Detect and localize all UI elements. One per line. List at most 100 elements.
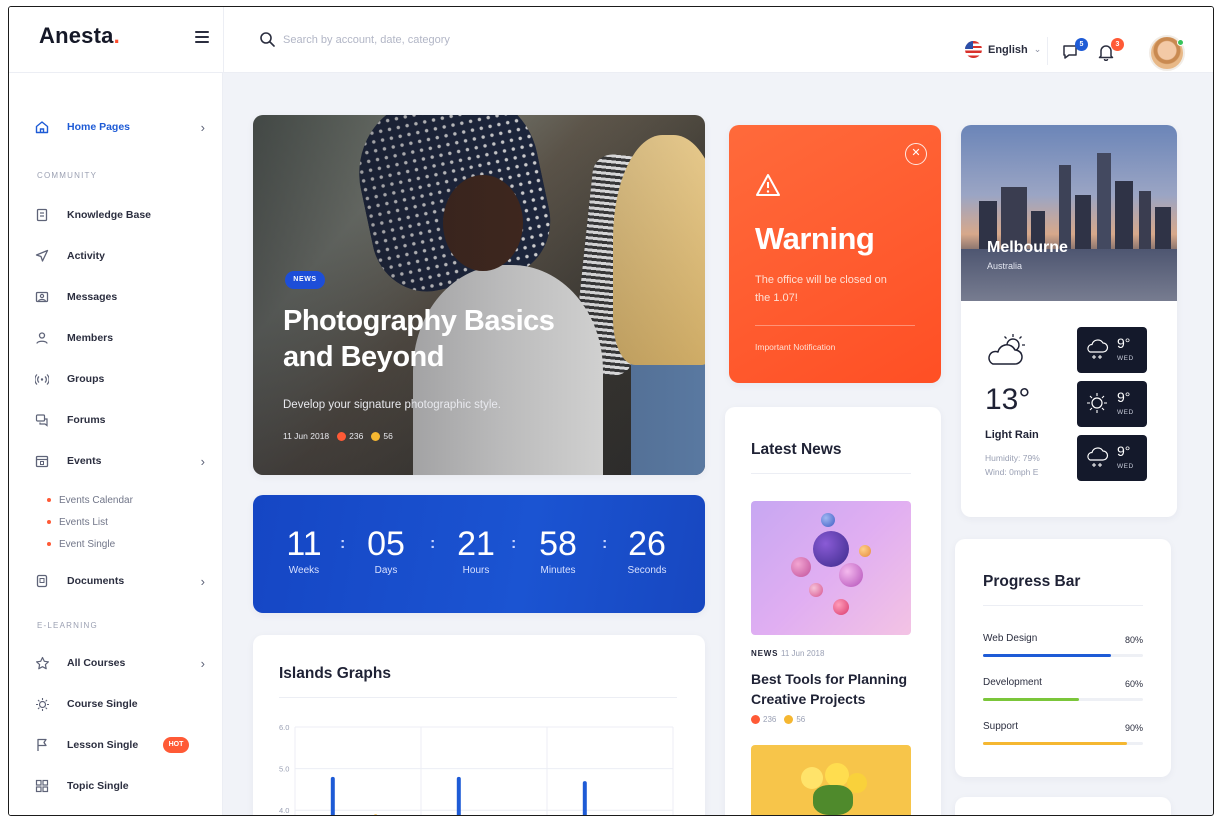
- language-selector[interactable]: English ⌄: [965, 41, 1041, 58]
- signal-icon: [31, 368, 53, 390]
- sidebar-item-members[interactable]: Members: [31, 322, 209, 354]
- featured-article-card[interactable]: NEWS Photography Basics and Beyond Devel…: [253, 115, 705, 475]
- sidebar-item-topic-single[interactable]: Topic Single: [31, 770, 209, 802]
- countdown-value: 11: [286, 525, 322, 563]
- sun-icon: [1087, 393, 1107, 413]
- sidebar-item-groups[interactable]: Groups: [31, 363, 209, 395]
- news-image[interactable]: [751, 745, 911, 815]
- sidebar-item-label: Home Pages: [67, 121, 131, 133]
- progress-value: 90%: [1124, 723, 1143, 733]
- dashboard-window: Anesta. English ⌄ 5 3: [8, 6, 1214, 816]
- progress-label: Web Design: [983, 633, 1038, 644]
- sidebar-item-activity[interactable]: Activity: [31, 240, 209, 272]
- forecast-day-1[interactable]: 9° WED: [1077, 327, 1147, 373]
- sidebar-item-label: Events: [67, 455, 102, 467]
- chart-bar: [582, 781, 587, 815]
- building-shape: [1115, 181, 1133, 251]
- sidebar-item-label: Knowledge Base: [67, 209, 152, 221]
- likes-count: 236: [763, 715, 777, 724]
- progress-item-web-design: Web Design 80%: [983, 633, 1143, 657]
- sidebar-item-label: Topic Single: [67, 780, 129, 792]
- search-input[interactable]: [283, 29, 643, 51]
- menu-toggle-icon[interactable]: [195, 31, 209, 45]
- comments-count: 56: [383, 431, 393, 441]
- weather-condition: Light Rain: [985, 429, 1039, 441]
- search-icon[interactable]: [259, 31, 275, 47]
- sidebar: Home Pages › COMMUNITY Knowledge Base Ac…: [9, 73, 223, 815]
- city-name: Melbourne: [987, 239, 1068, 256]
- sidebar-item-knowledge-base[interactable]: Knowledge Base: [31, 199, 209, 231]
- forecast-temperature: 9°: [1117, 389, 1131, 405]
- featured-article-title[interactable]: Photography Basics and Beyond: [283, 303, 603, 375]
- likes-count-wrapper[interactable]: 236: [337, 431, 363, 442]
- weather-details: Humidity: 79% Wind: 0mph E: [985, 451, 1040, 479]
- flag-icon: [31, 734, 53, 756]
- sidebar-subitem-event-single[interactable]: Event Single: [47, 539, 115, 550]
- online-status-dot: [1177, 39, 1184, 46]
- star-icon: [31, 652, 53, 674]
- notifications-badge: 3: [1111, 38, 1124, 51]
- sphere-shape: [791, 557, 811, 577]
- news-image[interactable]: [751, 501, 911, 635]
- countdown-minutes: 58 Minutes: [523, 525, 593, 576]
- progress-fill: [983, 698, 1079, 701]
- countdown-label: Days: [374, 565, 398, 576]
- divider: [279, 697, 677, 698]
- sun-icon: [31, 693, 53, 715]
- islands-bar-chart: 6.0 5.0 4.0: [279, 723, 674, 815]
- sidebar-item-course-single[interactable]: Course Single: [31, 688, 209, 720]
- progress-track: [983, 654, 1143, 657]
- building-shape: [1139, 191, 1151, 251]
- latest-news-card: Latest News NEWS 11 Jun 2018 Best Tools …: [725, 407, 941, 815]
- sidebar-item-label: Lesson Single: [67, 739, 139, 751]
- current-temperature: 13°: [985, 383, 1031, 416]
- sidebar-item-label: Forums: [67, 414, 106, 426]
- file-icon: [31, 570, 53, 592]
- sidebar-item-home-pages[interactable]: Home Pages ›: [31, 111, 209, 143]
- news-headline[interactable]: Best Tools for Planning Creative Project…: [751, 669, 921, 709]
- comments-count-wrapper[interactable]: 56: [371, 431, 393, 442]
- countdown-separator: :: [430, 535, 436, 552]
- progress-fill: [983, 654, 1111, 657]
- likes-count-wrapper[interactable]: 236: [751, 715, 777, 725]
- chart-bar: [330, 776, 335, 815]
- sidebar-item-messages[interactable]: Messages: [31, 281, 209, 313]
- close-icon[interactable]: ✕: [905, 143, 927, 165]
- graph-title: Islands Graphs: [279, 665, 391, 682]
- progress-fill: [983, 742, 1127, 745]
- forecast-temperature: 9°: [1117, 335, 1131, 351]
- heart-icon: [337, 432, 347, 442]
- messages-button[interactable]: 5: [1061, 38, 1088, 63]
- warning-card: ✕ Warning The office will be closed on t…: [729, 125, 941, 383]
- forecast-day-3[interactable]: 9° WED: [1077, 435, 1147, 481]
- news-tag[interactable]: NEWS: [751, 649, 778, 658]
- sphere-shape: [813, 531, 849, 567]
- sidebar-item-events[interactable]: Events ›: [31, 445, 209, 477]
- chat-icon: [31, 409, 53, 431]
- notifications-button[interactable]: 3: [1097, 38, 1124, 63]
- sidebar-subitem-events-list[interactable]: Events List: [47, 517, 108, 528]
- calendar-icon: [31, 450, 53, 472]
- sidebar-item-forums[interactable]: Forums: [31, 404, 209, 436]
- top-bar: Anesta. English ⌄ 5 3: [9, 7, 1213, 73]
- brand-logo[interactable]: Anesta.: [39, 23, 120, 49]
- sidebar-item-label: Activity: [67, 250, 105, 262]
- comments-count: 56: [796, 715, 806, 724]
- forecast-day-2[interactable]: 9° WED: [1077, 381, 1147, 427]
- comments-count-wrapper[interactable]: 56: [784, 715, 806, 725]
- sphere-shape: [859, 545, 871, 557]
- progress-item-support: Support 90%: [983, 721, 1143, 745]
- warning-message: The office will be closed on the 1.07!: [755, 274, 887, 304]
- warning-title: Warning: [755, 221, 875, 256]
- sidebar-subitem-events-calendar[interactable]: Events Calendar: [47, 495, 133, 506]
- progress-track: [983, 698, 1143, 701]
- countdown-label: Seconds: [627, 565, 667, 576]
- sidebar-item-all-courses[interactable]: All Courses ›: [31, 647, 209, 679]
- news-tag-badge[interactable]: NEWS: [285, 271, 325, 289]
- city-country: Australia: [987, 261, 1023, 271]
- language-label: English: [988, 43, 1028, 56]
- user-avatar[interactable]: [1149, 35, 1185, 71]
- sidebar-item-documents[interactable]: Documents ›: [31, 565, 209, 597]
- sphere-shape: [839, 563, 863, 587]
- forecast-day: WED: [1117, 463, 1134, 470]
